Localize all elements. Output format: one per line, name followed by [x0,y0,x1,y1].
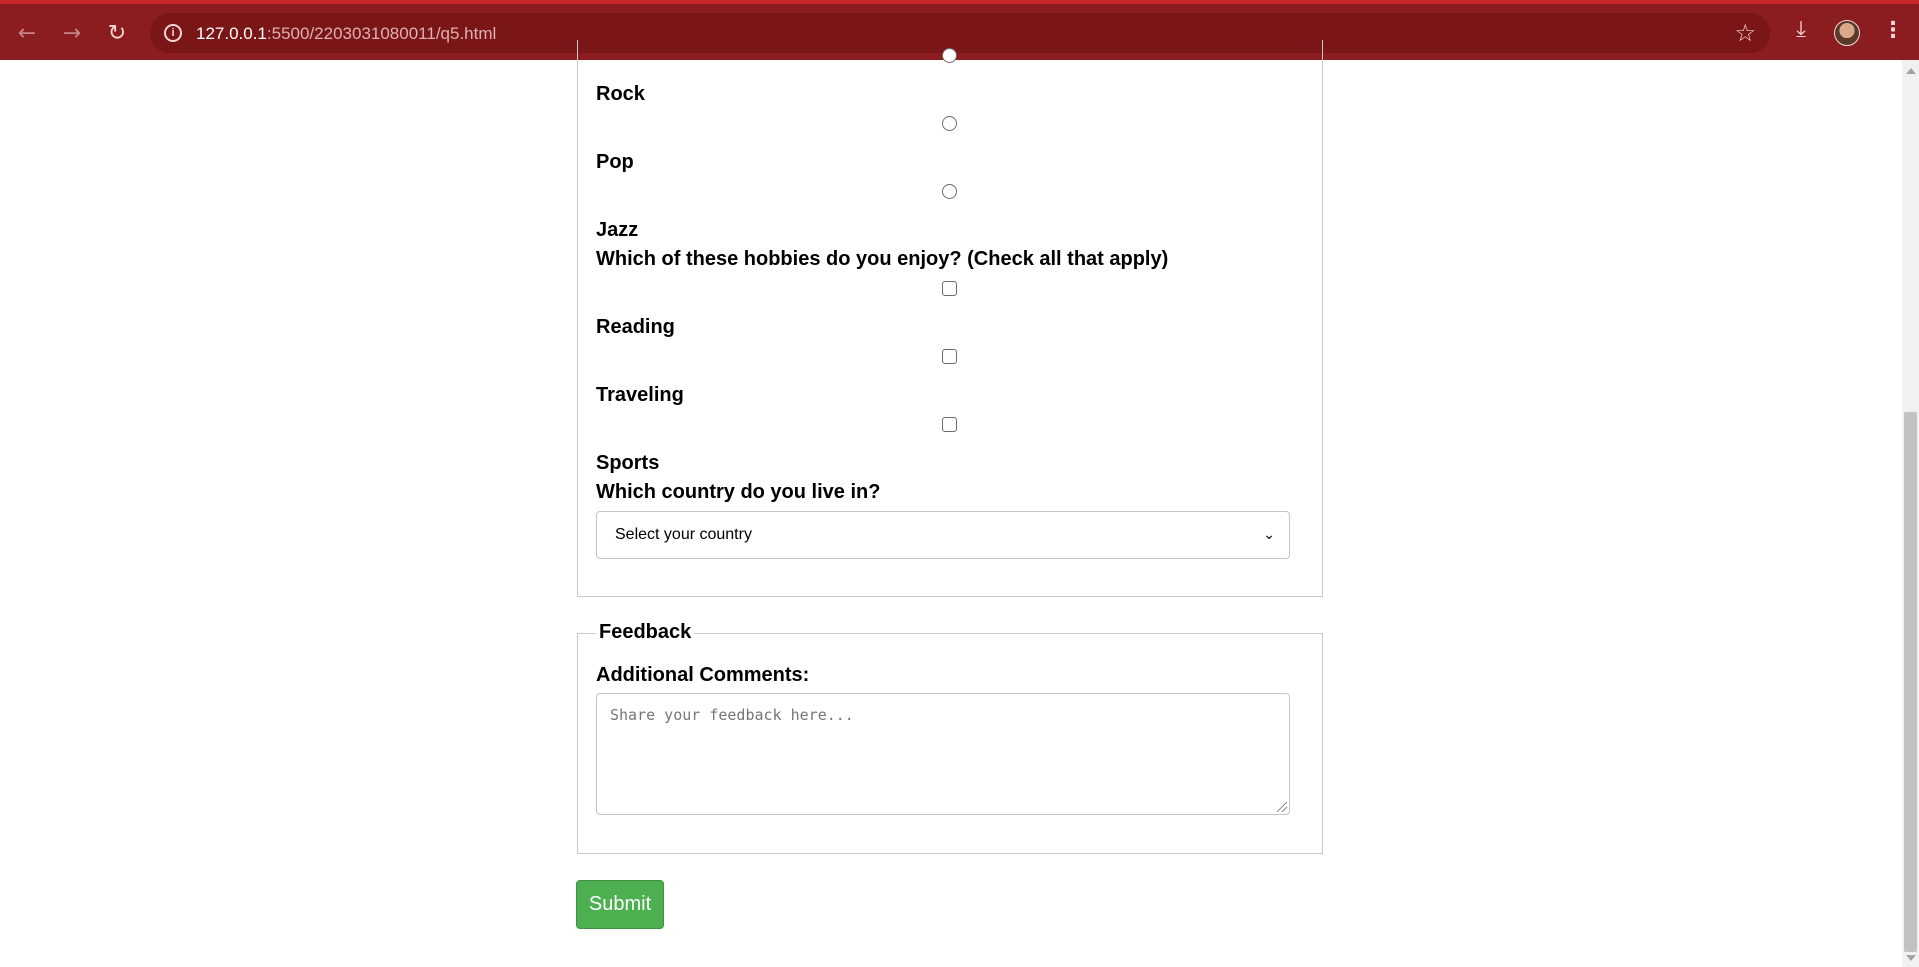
scroll-up-arrow-icon[interactable] [1906,68,1916,74]
scroll-down-arrow-icon[interactable] [1906,955,1916,961]
resize-grip-icon[interactable] [1277,802,1287,812]
checkbox-traveling[interactable] [942,349,957,364]
url-path: :5500/2203031080011/q5.html [266,24,497,43]
reload-icon[interactable]: ↻ [100,16,134,50]
radio-label-jazz: Jazz [596,219,639,241]
forward-arrow-icon[interactable]: → [55,16,89,50]
scroll-thumb[interactable] [1904,412,1917,952]
country-select[interactable]: Select your country ⌄ [596,511,1290,559]
radio-label-pop: Pop [596,151,634,173]
chevron-down-icon: ⌄ [1263,527,1275,543]
submit-button[interactable]: Submit [576,880,664,929]
radio-label-rock: Rock [596,83,645,105]
url-text[interactable]: 127.0.0.1:5500/2203031080011/q5.html [196,24,496,44]
hobbies-question: Which of these hobbies do you enjoy? (Ch… [596,248,1169,270]
kebab-menu-icon[interactable]: ⋮ [1880,18,1906,50]
comments-label: Additional Comments: [596,664,810,686]
country-question: Which country do you live in? [596,481,881,503]
page-scrollbar[interactable] [1902,60,1919,967]
download-icon[interactable]: ⤓ [1786,17,1816,49]
checkbox-sports[interactable] [942,417,957,432]
radio-prev-option[interactable] [942,48,957,63]
profile-avatar[interactable] [1834,20,1860,46]
country-select-value: Select your country [615,526,752,543]
feedback-legend: Feedback [596,621,695,644]
comments-textarea[interactable]: Share your feedback here... [596,693,1290,815]
checkbox-label-reading: Reading [596,316,675,338]
checkbox-label-sports: Sports [596,452,660,474]
bookmark-star-icon[interactable]: ☆ [1734,19,1756,47]
radio-jazz[interactable] [942,184,957,199]
checkbox-reading[interactable] [942,281,957,296]
url-host: 127.0.0.1 [196,24,267,43]
checkbox-label-traveling: Traveling [596,384,684,406]
radio-pop[interactable] [942,116,957,131]
back-arrow-icon[interactable]: ← [10,16,44,50]
comments-placeholder: Share your feedback here... [610,706,854,724]
site-info-icon[interactable]: i [164,24,182,42]
